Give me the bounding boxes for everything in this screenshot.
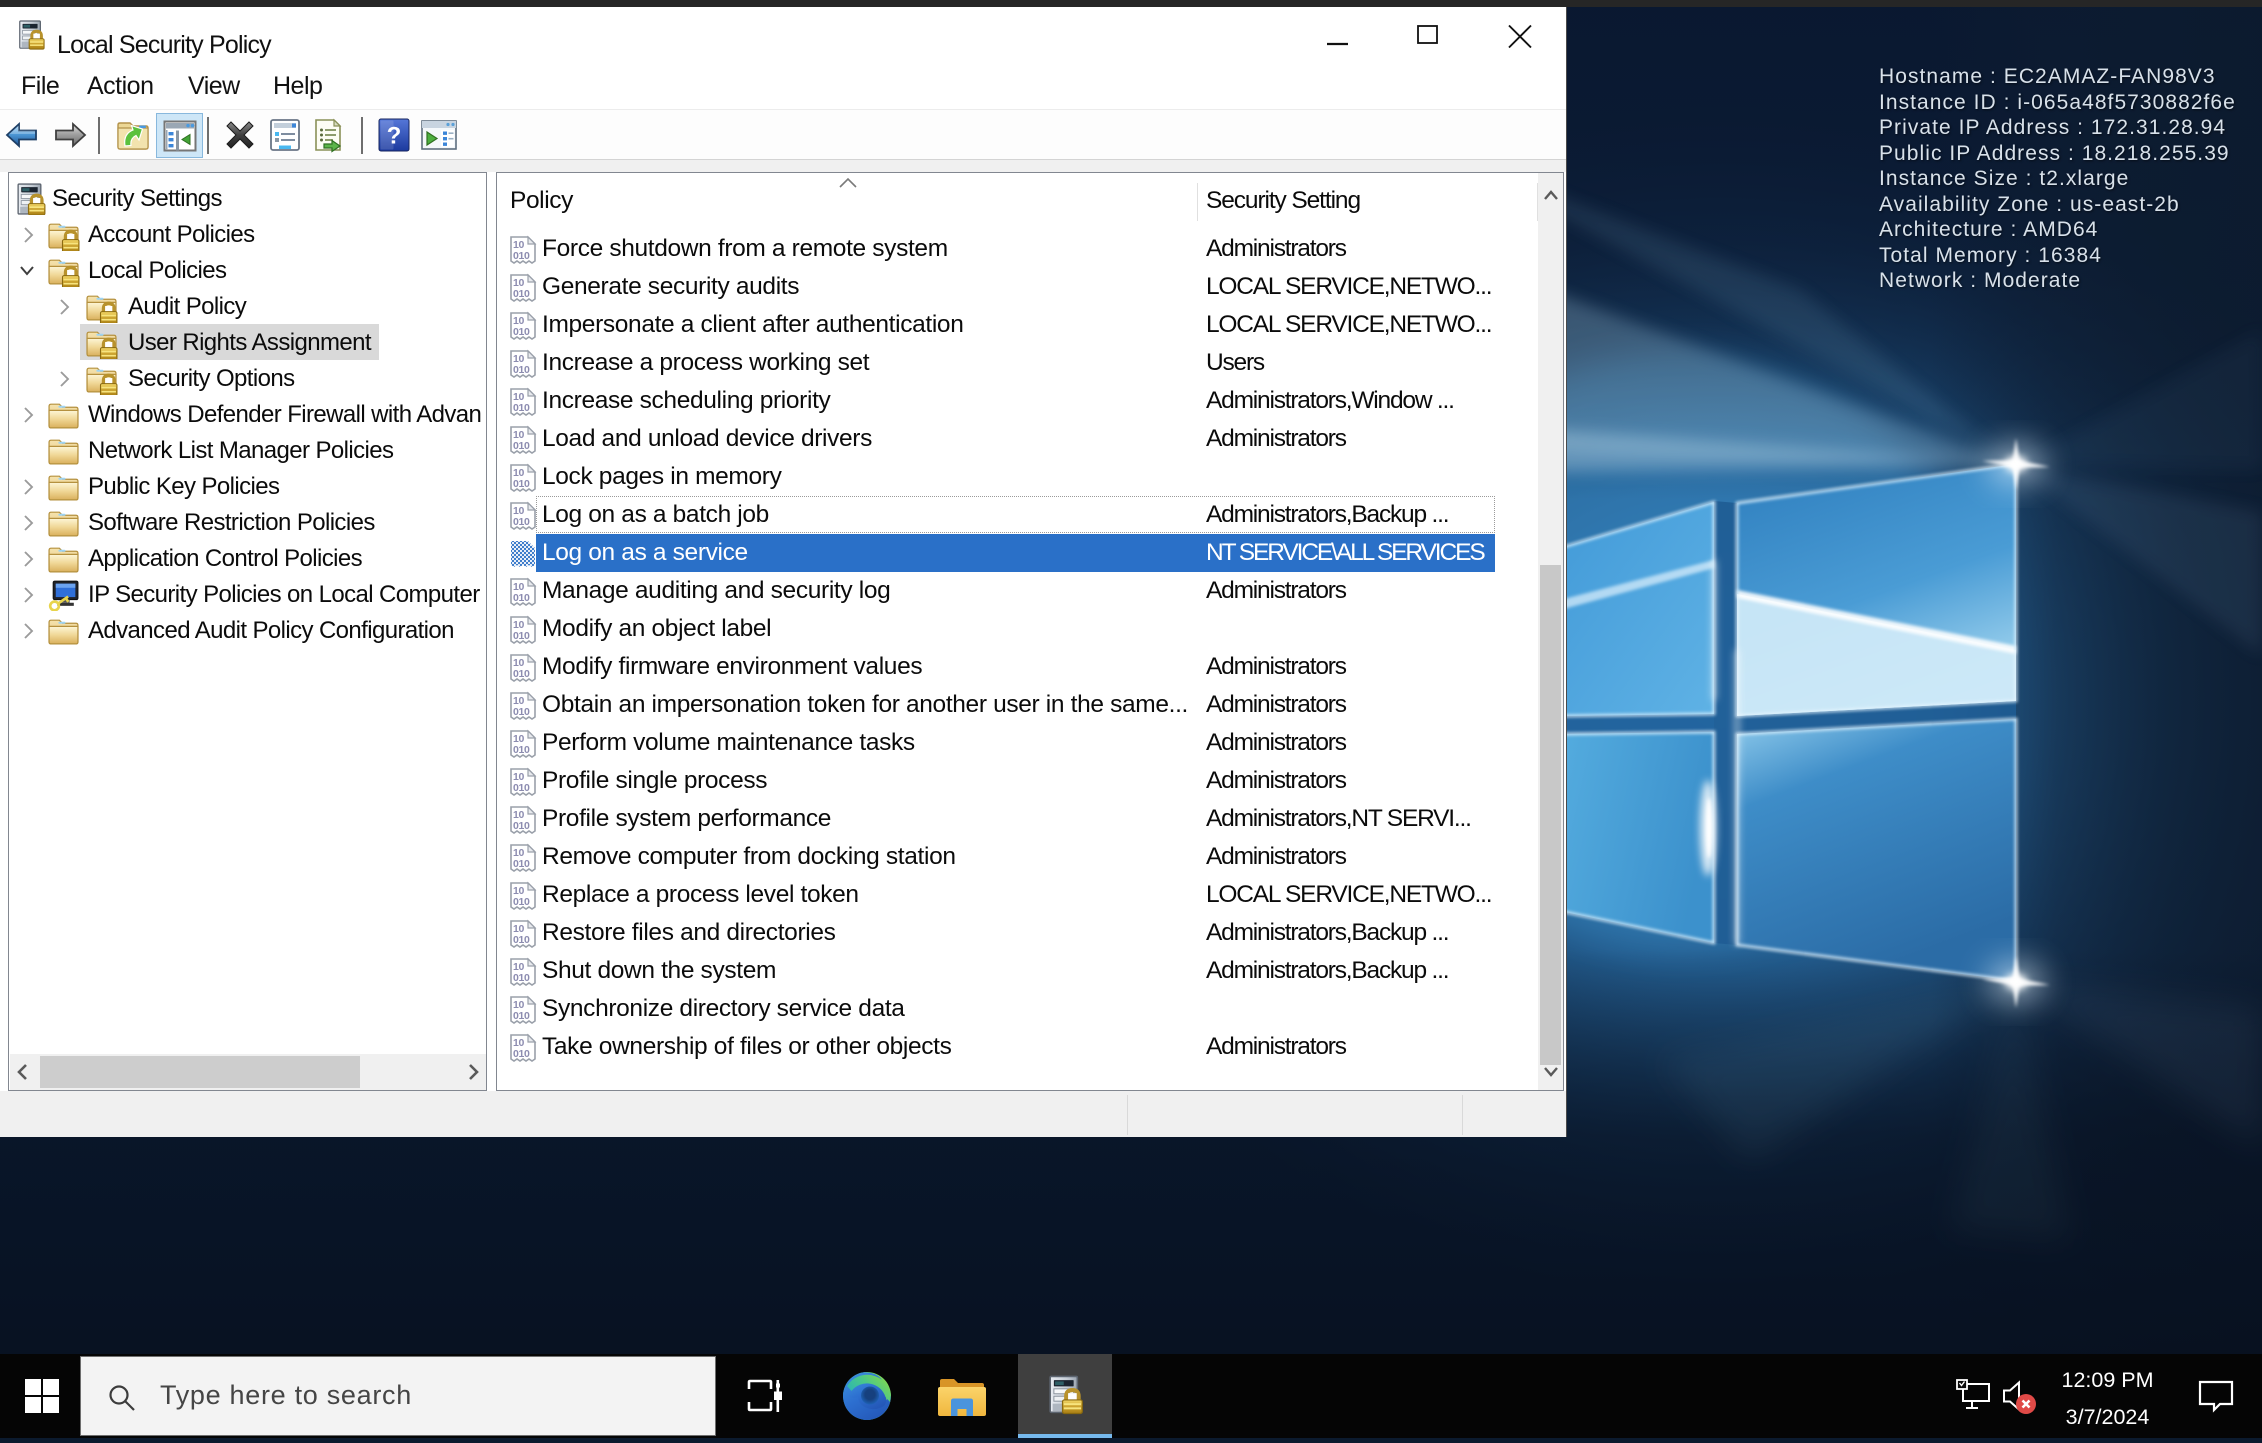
svg-text:?: ?	[387, 123, 402, 150]
